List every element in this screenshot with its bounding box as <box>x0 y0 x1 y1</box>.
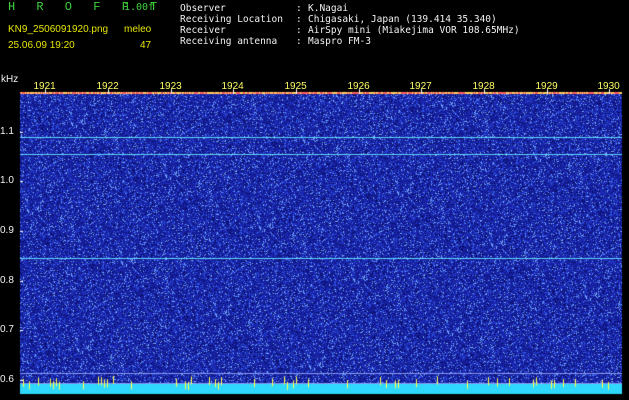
meta-value: AirSpy mini (Miakejima VOR 108.65MHz) <box>308 25 520 36</box>
meta-value: K.Nagai <box>308 3 349 14</box>
x-tick-label: 1926 <box>347 81 370 92</box>
x-tick-label: 1924 <box>221 81 244 92</box>
x-tick-label: 1921 <box>33 81 56 92</box>
spectrogram-waterfall <box>0 74 629 400</box>
meta-separator: : <box>296 36 302 47</box>
meta-label: Observer <box>180 3 226 14</box>
x-tick-label: 1922 <box>96 81 119 92</box>
x-tick-label: 1925 <box>284 81 307 92</box>
meta-row-receiver: Receiver: AirSpy mini (Miakejima VOR 108.… <box>180 25 520 36</box>
meta-row-observer: Observer: K.Nagai <box>180 3 520 14</box>
meta-row-antenna: Receiving antenna: Maspro FM-3 <box>180 36 520 47</box>
y-tick-label: 0.9 <box>0 224 14 236</box>
x-tick-label: 1927 <box>409 81 432 92</box>
observation-metadata: Observer: K.Nagai Receiving Location: Chig… <box>180 3 520 47</box>
meta-value: Maspro FM-3 <box>308 36 371 47</box>
x-tick-label: 1928 <box>472 81 495 92</box>
version-label: 1.00f <box>124 2 155 13</box>
x-tick-label: 1930 <box>597 81 620 92</box>
meta-separator: : <box>296 14 302 25</box>
filename-label: KN9_2506091920.png <box>8 24 109 35</box>
count-label: 47 <box>140 40 152 51</box>
meta-value: Chigasaki, Japan (139.414 35.340) <box>308 14 497 25</box>
x-tick-label: 1923 <box>159 81 182 92</box>
meta-separator: : <box>296 3 302 14</box>
meta-label: Receiver <box>180 25 226 36</box>
x-tick-label: 1929 <box>535 81 558 92</box>
y-tick-label: 1.0 <box>0 174 14 186</box>
y-tick-label: 1.1 <box>0 125 14 137</box>
y-tick-label: 0.6 <box>0 373 14 385</box>
datetime-label: 25.06.09 19:20 <box>8 40 75 51</box>
y-tick-label: 0.8 <box>0 274 14 286</box>
y-axis-unit-label: kHz <box>1 74 19 85</box>
app-name-label: meleo <box>124 24 152 35</box>
meta-label: Receiving Location <box>180 14 283 25</box>
meta-row-location: Receiving Location: Chigasaki, Japan (139… <box>180 14 520 25</box>
meta-label: Receiving antenna <box>180 36 278 47</box>
y-tick-label: 0.7 <box>0 323 14 335</box>
meta-separator: : <box>296 25 302 36</box>
